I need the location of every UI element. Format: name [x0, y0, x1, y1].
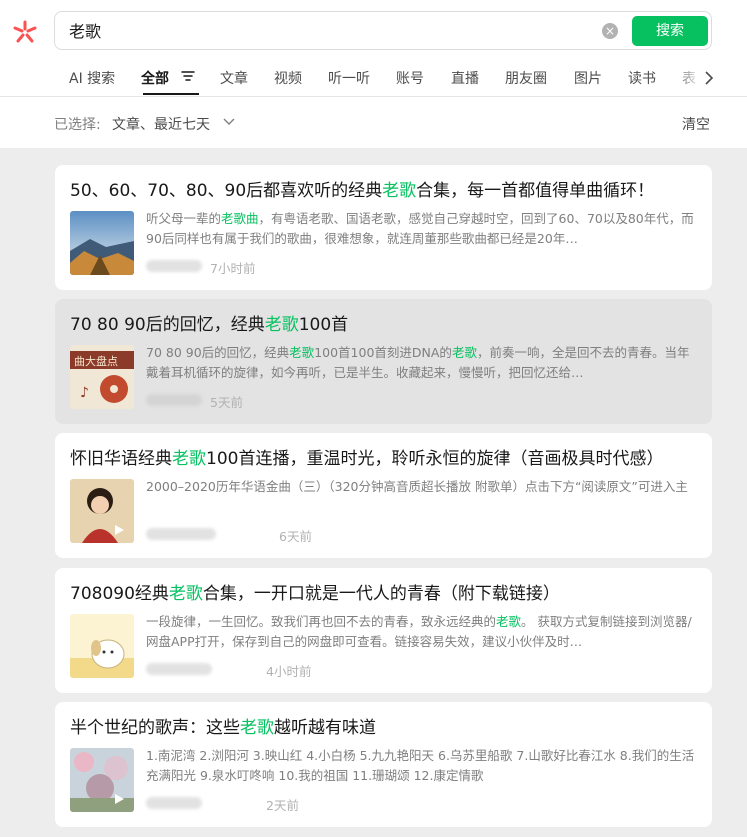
source-blurred: [146, 528, 216, 540]
music-poster-image: 曲大盘点 ♪: [70, 345, 134, 409]
result-snippet: 听父母一辈的老歌曲，有粤语老歌、国语老歌，感觉自己穿越时空，回到了60、70以及…: [146, 211, 694, 246]
result-title[interactable]: 半个世纪的歌声：这些老歌越听越有味道: [70, 716, 700, 740]
search-box: × 搜索: [54, 11, 712, 50]
result-card[interactable]: 708090经典老歌合集，一开口就是一代人的青春（附下载链接） 一段旋律，一生回…: [55, 568, 712, 693]
result-snippet: 一段旋律，一生回忆。致我们再也回不去的青春，致永远经典的老歌。 获取方式复制链接…: [146, 614, 692, 649]
title-highlight: 老歌: [240, 718, 274, 738]
tab-accounts[interactable]: 账号: [396, 68, 424, 88]
source-blurred: [146, 260, 202, 272]
result-time: 5天前: [210, 395, 243, 410]
category-tabs: AI 搜索 全部 文章 视频 听一听 账号 直播 朋友圈 图片 读书 表: [0, 60, 747, 96]
filter-bar: 已选择: 文章、最近七天 清空: [0, 97, 747, 148]
active-tab-indicator: [143, 93, 199, 95]
chevron-down-icon[interactable]: [222, 116, 236, 128]
title-highlight: 老歌: [264, 315, 299, 335]
result-card[interactable]: 50、60、70、80、90后都喜欢听的经典老歌合集，每一首都值得单曲循环！ 听…: [55, 165, 712, 290]
title-text: 100首连播，重温时光，聆听永恒的旋律（音画极具时代感）: [206, 449, 664, 469]
tab-ai-search[interactable]: AI 搜索: [69, 68, 115, 88]
title-text: 合集，每一首都值得单曲循环！: [416, 181, 655, 201]
result-card[interactable]: 半个世纪的歌声：这些老歌越听越有味道 1.南泥湾 2.浏阳河 3.映山红 4.小…: [55, 702, 712, 827]
result-time: 6天前: [279, 529, 312, 544]
filter-lines-icon[interactable]: [181, 70, 195, 82]
result-thumbnail[interactable]: 曲大盘点 ♪: [70, 345, 134, 409]
title-text: 100首: [298, 315, 349, 335]
tab-books[interactable]: 读书: [628, 68, 656, 88]
source-blurred: [146, 394, 202, 406]
top-bar: × 搜索 AI 搜索 全部 文章 视频 听一听 账号 直播 朋友圈 图片 读书 …: [0, 0, 747, 97]
play-icon[interactable]: [112, 792, 126, 806]
result-snippet: 70 80 90后的回忆，经典老歌100首100首刻进DNA的老歌，前奏一响，全…: [146, 345, 690, 380]
title-text: 50、60、70、80、90后都喜欢听的经典: [70, 181, 383, 201]
filter-label: 已选择:: [54, 117, 101, 133]
result-card[interactable]: 70 80 90后的回忆，经典老歌100首 曲大盘点 ♪ 70 80 90后的回…: [55, 299, 712, 424]
clear-search-icon[interactable]: ×: [602, 23, 618, 39]
source-blurred: [146, 797, 202, 809]
tab-moments[interactable]: 朋友圈: [505, 68, 547, 88]
search-button[interactable]: 搜索: [632, 16, 708, 46]
weixin-search-logo-icon[interactable]: [12, 19, 38, 45]
title-text: 怀旧华语经典: [70, 449, 172, 469]
tab-all[interactable]: 全部: [141, 68, 169, 88]
result-time: 7小时前: [210, 261, 256, 276]
clear-filter-button[interactable]: 清空: [682, 114, 710, 134]
video-thumbnail[interactable]: [70, 479, 134, 543]
source-blurred: [146, 663, 212, 675]
tab-videos[interactable]: 视频: [274, 68, 302, 88]
title-text: 半个世纪的歌声：这些: [70, 718, 240, 738]
result-title[interactable]: 怀旧华语经典老歌100首连播，重温时光，聆听永恒的旋律（音画极具时代感）: [70, 447, 700, 471]
result-title[interactable]: 50、60、70、80、90后都喜欢听的经典老歌合集，每一首都值得单曲循环！: [70, 179, 700, 203]
title-text: 越听越有味道: [274, 718, 376, 738]
title-highlight: 老歌: [172, 449, 206, 469]
mountain-sunrise-image: [70, 211, 134, 275]
result-title[interactable]: 70 80 90后的回忆，经典老歌100首: [70, 313, 700, 337]
tab-articles[interactable]: 文章: [220, 68, 248, 88]
tab-listen[interactable]: 听一听: [328, 68, 370, 88]
result-thumbnail[interactable]: [70, 614, 134, 678]
search-input[interactable]: [69, 18, 569, 42]
svg-text:♪: ♪: [80, 385, 89, 401]
title-highlight: 老歌: [168, 584, 203, 604]
chevron-right-icon[interactable]: [701, 68, 717, 88]
cartoon-dog-image: [70, 614, 134, 678]
result-title[interactable]: 708090经典老歌合集，一开口就是一代人的青春（附下载链接）: [70, 582, 700, 606]
tab-images[interactable]: 图片: [574, 68, 602, 88]
title-highlight: 老歌: [382, 181, 417, 201]
thumb-caption: 曲大盘点: [74, 354, 118, 368]
title-text: 708090经典: [70, 584, 169, 604]
title-text: 合集，一开口就是一代人的青春（附下载链接）: [202, 584, 560, 604]
result-card[interactable]: 怀旧华语经典老歌100首连播，重温时光，聆听永恒的旋律（音画极具时代感） 200…: [55, 433, 712, 558]
result-snippet: 2000–2020历年华语金曲（三）（320分钟高音质超长播放 附歌单）点击下方…: [146, 479, 688, 494]
result-time: 4小时前: [266, 664, 312, 679]
tab-live[interactable]: 直播: [451, 68, 479, 88]
play-icon[interactable]: [112, 523, 126, 537]
filter-value[interactable]: 文章、最近七天: [112, 114, 210, 134]
result-thumbnail[interactable]: [70, 211, 134, 275]
result-time: 2天前: [266, 798, 299, 813]
title-text: 70 80 90后的回忆，经典: [70, 315, 265, 335]
video-thumbnail[interactable]: [70, 748, 134, 812]
result-snippet: 1.南泥湾 2.浏阳河 3.映山红 4.小白杨 5.九九艳阳天 6.乌苏里船歌 …: [146, 748, 695, 783]
